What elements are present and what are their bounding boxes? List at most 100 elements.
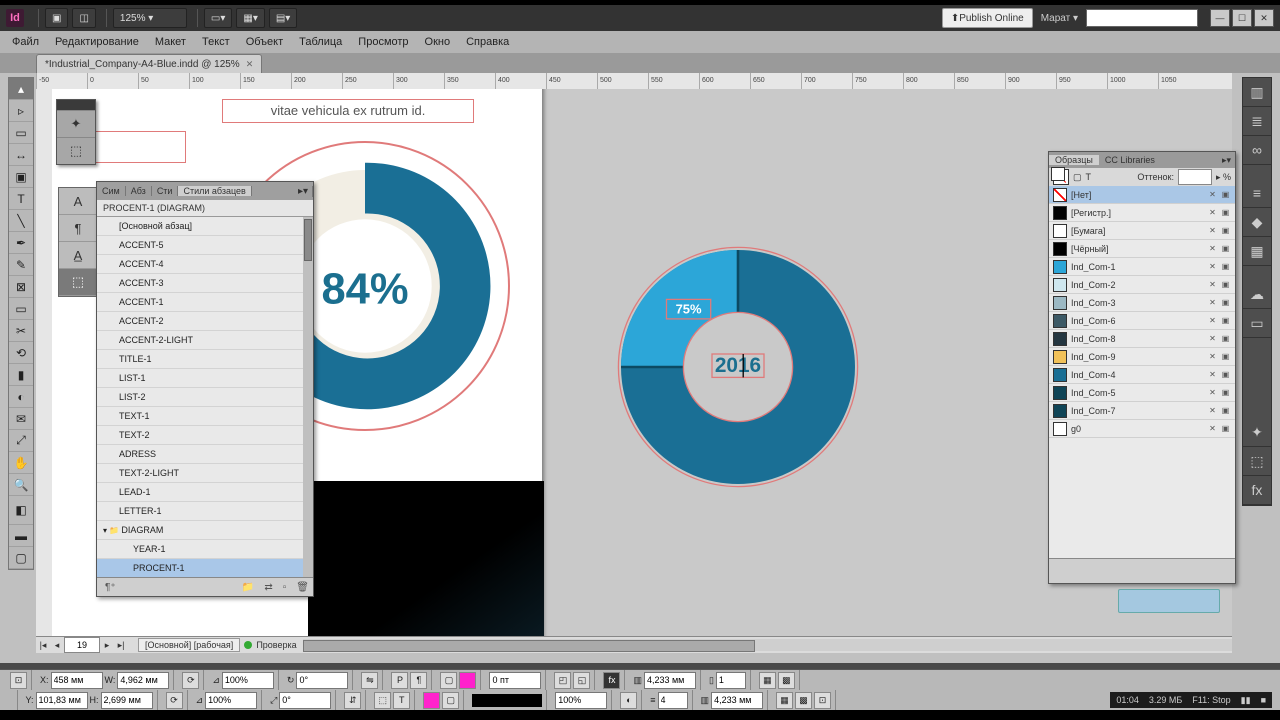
gap-tool[interactable]: ↔ [9, 144, 33, 166]
rotation-input[interactable] [296, 672, 348, 689]
workspace-switcher[interactable]: Марат ▾ [1041, 13, 1078, 24]
gradient-panel-icon[interactable]: ▭ [1243, 309, 1271, 338]
mini-tool-2[interactable]: ⬚ [57, 137, 95, 164]
stroke-color-icon[interactable] [459, 672, 476, 689]
tab-styles[interactable]: Сти [152, 186, 179, 196]
swatch-row[interactable]: Ind_Com-5✕▣ [1049, 384, 1235, 402]
stroke-style-dropdown[interactable] [472, 694, 542, 707]
flip-v-icon[interactable]: ⇵ [344, 692, 361, 709]
tab-para[interactable]: Абз [126, 186, 152, 196]
pencil-tool[interactable]: ✎ [9, 254, 33, 276]
fill-proxy[interactable]: ▢ [440, 672, 457, 689]
pilcrow-icon[interactable]: ¶ [410, 672, 427, 689]
object-styles-icon[interactable]: ⬚ [1243, 447, 1271, 476]
p-icon[interactable]: P [391, 672, 408, 689]
new-style-icon[interactable]: ▫ [283, 582, 287, 593]
fit-content-icon[interactable]: ▦ [759, 672, 776, 689]
paragraph-style-item[interactable]: LIST-1 [97, 369, 313, 388]
paragraph-style-item[interactable]: TEXT-2 [97, 426, 313, 445]
zoom-dropdown[interactable]: 125% ▾ [113, 8, 187, 28]
corner-icon[interactable]: ◰ [554, 672, 571, 689]
zoom-tool[interactable]: 🔍 [9, 474, 33, 496]
links-panel-icon[interactable]: ∞ [1243, 136, 1271, 165]
minimize-button[interactable]: — [1210, 9, 1230, 27]
menu-table[interactable]: Таблица [291, 36, 350, 48]
constrain-icon[interactable]: ⟳ [182, 672, 199, 689]
document-tab[interactable]: *Industrial_Company-A4-Blue.indd @ 125%✕ [36, 54, 262, 73]
paragraph-style-item[interactable]: TITLE-1 [97, 350, 313, 369]
publish-online-button[interactable]: ⬆ Publish Online [942, 8, 1033, 28]
prev-page-icon[interactable]: ◂ [50, 640, 64, 651]
preflight-label[interactable]: Проверка [256, 640, 296, 650]
swatch-row[interactable]: Ind_Com-3✕▣ [1049, 294, 1235, 312]
paragraph-style-item[interactable]: ACCENT-3 [97, 274, 313, 293]
fill-color-icon[interactable] [423, 692, 440, 709]
view-options-button[interactable]: ▭▾ [204, 8, 232, 28]
maximize-button[interactable]: ☐ [1232, 9, 1252, 27]
bridge-button[interactable]: ▣ [45, 8, 68, 28]
paragraph-style-item[interactable]: LIST-2 [97, 388, 313, 407]
menu-object[interactable]: Объект [238, 36, 291, 48]
style-mapping-icon[interactable]: ⇄ [264, 582, 272, 593]
mini-tools-panel[interactable]: ✦ ⬚ [56, 99, 96, 165]
delete-style-icon[interactable]: 🗑 [296, 582, 309, 593]
swatches-panel[interactable]: Образцы CC Libraries ▸▾ ▢ T Оттенок: ▸ %… [1048, 151, 1236, 584]
x-input[interactable] [51, 672, 103, 689]
menu-edit[interactable]: Редактирование [47, 36, 147, 48]
master-dropdown[interactable]: [Основной] [рабочая] [138, 638, 240, 652]
mini-tool-1[interactable]: ✦ [57, 110, 95, 137]
swatches-panel-icon[interactable]: ▦ [1243, 237, 1271, 266]
pen-tool[interactable]: ✒ [9, 232, 33, 254]
preflight-status-icon[interactable] [244, 641, 252, 649]
w-input[interactable] [117, 672, 169, 689]
stroke-panel-icon[interactable]: ≡ [1243, 179, 1271, 208]
paragraph-style-item[interactable]: TEXT-1 [97, 407, 313, 426]
swatch-row[interactable]: Ind_Com-9✕▣ [1049, 348, 1235, 366]
paragraph-style-item[interactable]: DIAGRAM [97, 521, 313, 540]
paragraph-style-item[interactable]: ACCENT-2-LIGHT [97, 331, 313, 350]
tab-cc-libraries[interactable]: CC Libraries [1099, 155, 1161, 165]
swatch-row[interactable]: [Бумага]✕▣ [1049, 222, 1235, 240]
donut-right-center[interactable]: 2016 [715, 354, 761, 377]
fit-frame-icon[interactable]: ▩ [778, 672, 795, 689]
swatch-row[interactable]: [Регистр.]✕▣ [1049, 204, 1235, 222]
menu-layout[interactable]: Макет [147, 36, 194, 48]
paragraph-styles-panel[interactable]: Сим Абз Сти Стили абзацев ▸▾ PROCENT-1 (… [96, 181, 314, 597]
selection-tool[interactable]: ▴ [9, 78, 33, 100]
col-gutter-input[interactable] [711, 692, 763, 709]
swatch-row[interactable]: Ind_Com-1✕▣ [1049, 258, 1235, 276]
char-style-icon[interactable]: A [59, 188, 97, 215]
screen-mode-button[interactable]: ▦▾ [236, 8, 264, 28]
hand-tool[interactable]: ✋ [9, 452, 33, 474]
swatch-row[interactable]: Ind_Com-7✕▣ [1049, 402, 1235, 420]
scale-x-input[interactable] [222, 672, 274, 689]
cc-libraries-icon[interactable]: ☁ [1243, 280, 1271, 309]
help-search-input[interactable] [1086, 9, 1198, 27]
free-transform-tool[interactable]: ⟲ [9, 342, 33, 364]
donut-chart-right[interactable]: 75% 2016 [608, 237, 868, 497]
columns-input[interactable] [716, 672, 746, 689]
paragraph-style-item[interactable]: LETTER-1 [97, 502, 313, 521]
paragraph-style-item[interactable]: LEAD-1 [97, 483, 313, 502]
tab-swatches[interactable]: Образцы [1049, 155, 1099, 165]
y-input[interactable] [36, 692, 88, 709]
rectangle-tool[interactable]: ▭ [9, 298, 33, 320]
a-style-icon[interactable]: A̲ [59, 242, 97, 269]
scissors-tool[interactable]: ✂ [9, 320, 33, 342]
content-collector-tool[interactable]: ▣ [9, 166, 33, 188]
paragraph-style-item[interactable]: ACCENT-2 [97, 312, 313, 331]
shear-input[interactable] [279, 692, 331, 709]
opacity-input[interactable] [555, 692, 607, 709]
caption-frame[interactable]: vitae vehicula ex rutrum id. [222, 99, 474, 123]
menu-type[interactable]: Текст [194, 36, 238, 48]
text-inset-input[interactable] [644, 672, 696, 689]
reference-point[interactable]: ⊡ [6, 670, 32, 690]
corner2-icon[interactable]: ◱ [573, 672, 590, 689]
stop-icon[interactable]: ■ [1261, 695, 1266, 705]
swatches-menu-icon[interactable]: ▸▾ [1218, 155, 1235, 166]
fx-panel-icon[interactable]: fx [1243, 476, 1271, 505]
menu-help[interactable]: Справка [458, 36, 517, 48]
next-page-icon[interactable]: ▸ [100, 640, 114, 651]
image-frame[interactable] [308, 481, 544, 637]
color-panel-icon[interactable]: ◆ [1243, 208, 1271, 237]
